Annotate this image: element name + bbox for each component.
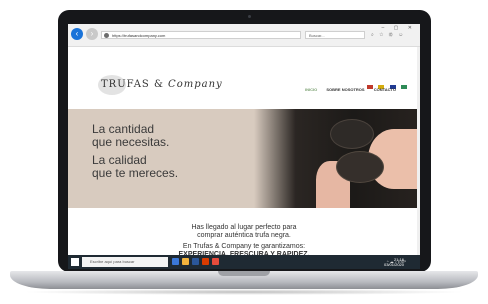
search-placeholder: Buscar... bbox=[309, 33, 325, 38]
browser-toolbar: ‹ › https://trufasandcompany.com Buscar.… bbox=[68, 24, 420, 47]
truffle-image bbox=[330, 119, 374, 149]
hero-line: que te mereces. bbox=[92, 166, 179, 180]
browser-search-input[interactable]: Buscar... bbox=[305, 31, 365, 39]
taskbar-clock[interactable]: 21:16 03/01/2020 bbox=[384, 257, 404, 267]
address-text: https://trufasandcompany.com bbox=[112, 33, 166, 38]
intro-line: comprar auténtica trufa negra. bbox=[197, 232, 291, 239]
menu-item-sobre-nosotros[interactable]: SOBRE NOSOTROS bbox=[326, 87, 364, 92]
windows-start-icon[interactable] bbox=[71, 258, 79, 266]
main-menu: INICIO SOBRE NOSOTROS CONTACTO bbox=[305, 87, 404, 92]
site-info-icon[interactable] bbox=[104, 33, 109, 38]
edge-icon[interactable] bbox=[172, 258, 179, 265]
taskbar-search-input[interactable]: Escribe aquí para buscar bbox=[82, 257, 168, 267]
back-button[interactable]: ‹ bbox=[71, 28, 83, 40]
powerpoint-icon[interactable] bbox=[202, 258, 209, 265]
page-scrollbar[interactable] bbox=[417, 47, 420, 255]
word-icon[interactable] bbox=[192, 258, 199, 265]
app-icon[interactable] bbox=[212, 258, 219, 265]
folder-icon[interactable] bbox=[182, 258, 189, 265]
menu-item-inicio[interactable]: INICIO bbox=[305, 87, 317, 92]
address-bar[interactable]: https://trufasandcompany.com bbox=[101, 31, 301, 39]
logo-text: TRUFAS & bbox=[101, 79, 164, 90]
browser-toolbar-icons[interactable]: ⌕ ☆ ⚙ ☺ bbox=[371, 32, 405, 38]
site-logo[interactable]: TRUFAS & Company bbox=[101, 79, 223, 90]
menu-item-contacto[interactable]: CONTACTO bbox=[374, 87, 396, 92]
laptop-screen: ‹ › https://trufasandcompany.com Buscar.… bbox=[68, 24, 420, 269]
intro-line: En Trufas & Company te garantizamos: bbox=[182, 243, 306, 250]
laptop-shadow bbox=[22, 289, 466, 295]
intro-line: Has llegado al lugar perfecto para bbox=[191, 224, 297, 231]
clock-date: 03/01/2020 bbox=[383, 262, 404, 267]
logo-script-text: Company bbox=[168, 79, 223, 90]
hero-line: que necesitas. bbox=[92, 135, 170, 149]
hero-banner: La cantidad que necesitas. La calidad qu… bbox=[68, 109, 420, 208]
forward-button[interactable]: › bbox=[86, 28, 98, 40]
laptop-notch bbox=[218, 271, 270, 276]
truffle-image bbox=[336, 151, 384, 183]
website-page: TRUFAS & Company INICIO SOBRE NOSOTROS C… bbox=[68, 47, 420, 258]
windows-taskbar: Escribe aquí para buscar ^ ☁ ♪ ESP 21:16… bbox=[68, 255, 420, 269]
window-controls[interactable]: – ▢ ✕ bbox=[382, 25, 416, 31]
webcam-icon bbox=[248, 15, 251, 18]
taskbar-search-text: Escribe aquí para buscar bbox=[90, 259, 135, 264]
